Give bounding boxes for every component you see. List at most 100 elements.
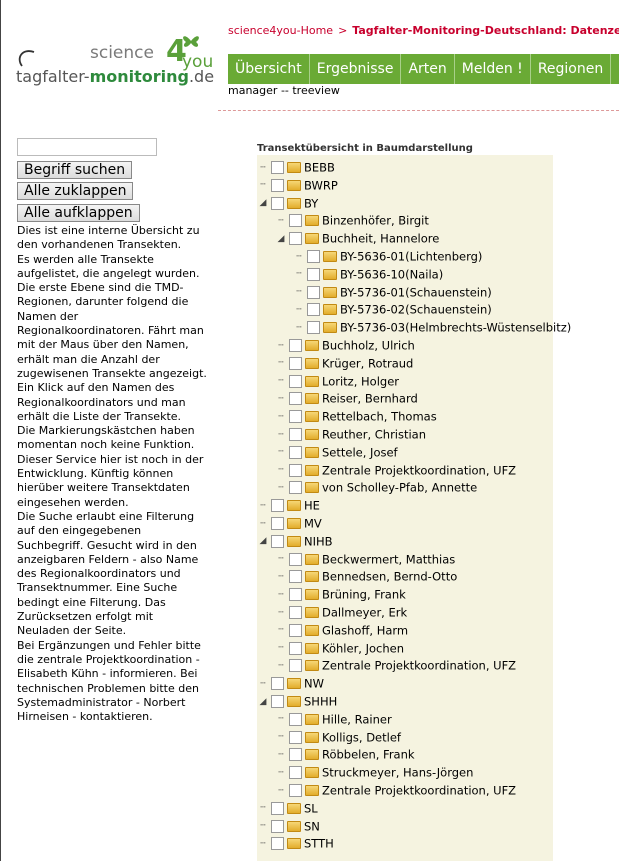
tree-node-label[interactable]: Beckwermert, Matthias [322, 552, 455, 566]
tree-checkbox[interactable] [289, 428, 302, 441]
tree-node-label[interactable]: Köhler, Jochen [322, 641, 404, 655]
tree-node-label[interactable]: Zentrale Projektkoordination, UFZ [322, 784, 516, 798]
tree-checkbox[interactable] [289, 623, 302, 637]
tree-node[interactable]: ┄ Bennedsen, Bernd-Otto [275, 567, 457, 585]
tree-node[interactable]: ┄ Zentrale Projektkoordination, UFZ [275, 781, 516, 799]
tree-checkbox[interactable] [289, 356, 302, 370]
tree-checkbox[interactable] [307, 250, 320, 263]
tree-checkbox[interactable] [289, 232, 302, 246]
tree-node[interactable]: ┄ von Scholley-Pfab, Annette [275, 478, 477, 496]
tree-node-label[interactable]: BY-5636-01(Lichtenberg) [340, 250, 482, 264]
tree-node-label[interactable]: HE [304, 499, 320, 513]
tree-node[interactable]: ┄ Brüning, Frank [275, 585, 406, 603]
tree-checkbox[interactable] [289, 374, 302, 388]
tree-node[interactable]: ┄ BY-5736-02(Schauenstein) [293, 300, 491, 318]
tree-node[interactable]: ┄ Binzenhöfer, Birgit [275, 211, 429, 229]
tree-node[interactable]: ┄ BY-5636-01(Lichtenberg) [293, 247, 482, 265]
tree-node-label[interactable]: Struckmeyer, Hans-Jörgen [322, 766, 473, 780]
expand-all-button[interactable]: Alle aufklappen [17, 204, 140, 222]
tree-node-label[interactable]: Binzenhöfer, Birgit [322, 214, 429, 228]
tree-node[interactable]: ◢ Buchheit, Hannelore [275, 229, 440, 247]
tree-checkbox[interactable] [289, 570, 302, 584]
tree-node[interactable]: ┄ SL [257, 799, 318, 817]
tree-node[interactable]: ┄ Hille, Rainer [275, 710, 392, 728]
tree-checkbox[interactable] [307, 321, 320, 335]
tree-node-label[interactable]: Zentrale Projektkoordination, UFZ [322, 659, 516, 673]
tree-node-label[interactable]: Kolligs, Detlef [322, 730, 401, 744]
tree-node-label[interactable]: Reiser, Bernhard [322, 392, 418, 406]
tree-checkbox[interactable] [307, 303, 320, 317]
tree-checkbox[interactable] [271, 517, 284, 530]
nav-tab-regionen[interactable]: Regionen [531, 54, 612, 84]
collapse-arrow-icon[interactable]: ◢ [257, 197, 269, 209]
tree-checkbox[interactable] [271, 801, 284, 815]
tree-node-label[interactable]: Krüger, Rotraud [322, 356, 413, 370]
tree-node[interactable]: ◢ BY [257, 194, 319, 212]
tree-node-label[interactable]: NW [304, 677, 324, 691]
tree-checkbox[interactable] [289, 339, 302, 352]
collapse-arrow-icon[interactable]: ◢ [257, 535, 269, 547]
tree-node[interactable]: ┄ BWRP [257, 176, 338, 194]
tree-node-label[interactable]: BY [304, 196, 318, 210]
tree-node-label[interactable]: SHHH [304, 695, 337, 709]
search-button[interactable]: Begriff suchen [17, 161, 133, 179]
tree-node-label[interactable]: BY-5636-10(Naila) [340, 267, 443, 281]
tree-node-label[interactable]: Reuther, Christian [322, 428, 426, 442]
tree-node[interactable]: ┄ Dallmeyer, Erk [275, 603, 407, 621]
tree-node[interactable]: ┄ Krüger, Rotraud [275, 354, 413, 372]
tree-node-label[interactable]: Buchheit, Hannelore [322, 232, 439, 246]
tree-node-label[interactable]: von Scholley-Pfab, Annette [322, 481, 477, 495]
tree-node[interactable]: ┄ HE [257, 496, 320, 514]
collapse-arrow-icon[interactable]: ◢ [275, 233, 287, 245]
tree-node-label[interactable]: NIHB [304, 534, 333, 548]
tree-node-label[interactable]: Bennedsen, Bernd-Otto [322, 570, 457, 584]
breadcrumb-current[interactable]: Tagfalter-Monitoring-Deutschland: Datenz… [352, 24, 619, 37]
tree-checkbox[interactable] [289, 463, 302, 477]
tree-checkbox[interactable] [307, 267, 320, 281]
tree-node[interactable]: ┄ SN [257, 817, 320, 835]
tree-node-label[interactable]: Loritz, Holger [322, 374, 399, 388]
tree-node[interactable]: ┄ BY-5736-01(Schauenstein) [293, 283, 492, 301]
nav-tab-arten[interactable]: Arten [401, 54, 455, 84]
tree-node-label[interactable]: Settele, Josef [322, 445, 398, 459]
tree-checkbox[interactable] [289, 392, 302, 406]
tree-node[interactable]: ┄ Kolligs, Detlef [275, 728, 401, 746]
tree-checkbox[interactable] [271, 819, 284, 833]
tree-checkbox[interactable] [289, 481, 302, 495]
tree-node[interactable]: ┄ Settele, Josef [275, 443, 398, 461]
tree-checkbox[interactable] [289, 410, 302, 424]
tree-checkbox[interactable] [271, 677, 284, 691]
tree-node[interactable]: ┄ Zentrale Projektkoordination, UFZ [275, 656, 516, 674]
tree-node-label[interactable]: BY-5736-03(Helmbrechts-Wüstenselbitz) [340, 321, 571, 335]
site-logo[interactable]: science 4 you tagfalter-monitoring.de [14, 34, 214, 94]
collapse-arrow-icon[interactable]: ◢ [257, 696, 269, 708]
tree-node-label[interactable]: STTH [304, 837, 334, 851]
tree-node[interactable]: ┄ Loritz, Holger [275, 372, 399, 390]
tree-checkbox[interactable] [271, 196, 284, 210]
tree-node[interactable]: ┄ Glashoff, Harm [275, 621, 408, 639]
tree-node-label[interactable]: SL [304, 801, 318, 815]
tree-node-label[interactable]: Rettelbach, Thomas [322, 410, 437, 424]
tree-checkbox[interactable] [307, 285, 320, 299]
tree-checkbox[interactable] [289, 730, 302, 744]
collapse-all-button[interactable]: Alle zuklappen [17, 182, 134, 200]
tree-checkbox[interactable] [271, 499, 284, 513]
tree-node[interactable]: ┄ Struckmeyer, Hans-Jörgen [275, 763, 473, 781]
tree-checkbox[interactable] [271, 695, 284, 708]
tree-node-label[interactable]: BWRP [304, 178, 338, 192]
tree-node[interactable]: ┄ MV [257, 514, 322, 532]
tree-node-label[interactable]: Röbbelen, Frank [322, 748, 415, 762]
tree-node-label[interactable]: Hille, Rainer [322, 712, 392, 726]
tree-node-label[interactable]: BY-5736-01(Schauenstein) [340, 285, 492, 299]
nav-tab-melden[interactable]: Melden ! [455, 54, 531, 84]
tree-node[interactable]: ┄ STTH [257, 834, 334, 852]
tree-checkbox[interactable] [289, 748, 302, 762]
tree-checkbox[interactable] [289, 588, 302, 602]
tree-node-label[interactable]: SN [304, 819, 320, 833]
tree-checkbox[interactable] [289, 766, 302, 780]
tree-node-label[interactable]: MV [304, 517, 322, 531]
tree-node-label[interactable]: Zentrale Projektkoordination, UFZ [322, 463, 516, 477]
tree-checkbox[interactable] [289, 214, 302, 228]
tree-checkbox[interactable] [271, 534, 284, 548]
tree-node-label[interactable]: Buchholz, Ulrich [322, 339, 415, 353]
